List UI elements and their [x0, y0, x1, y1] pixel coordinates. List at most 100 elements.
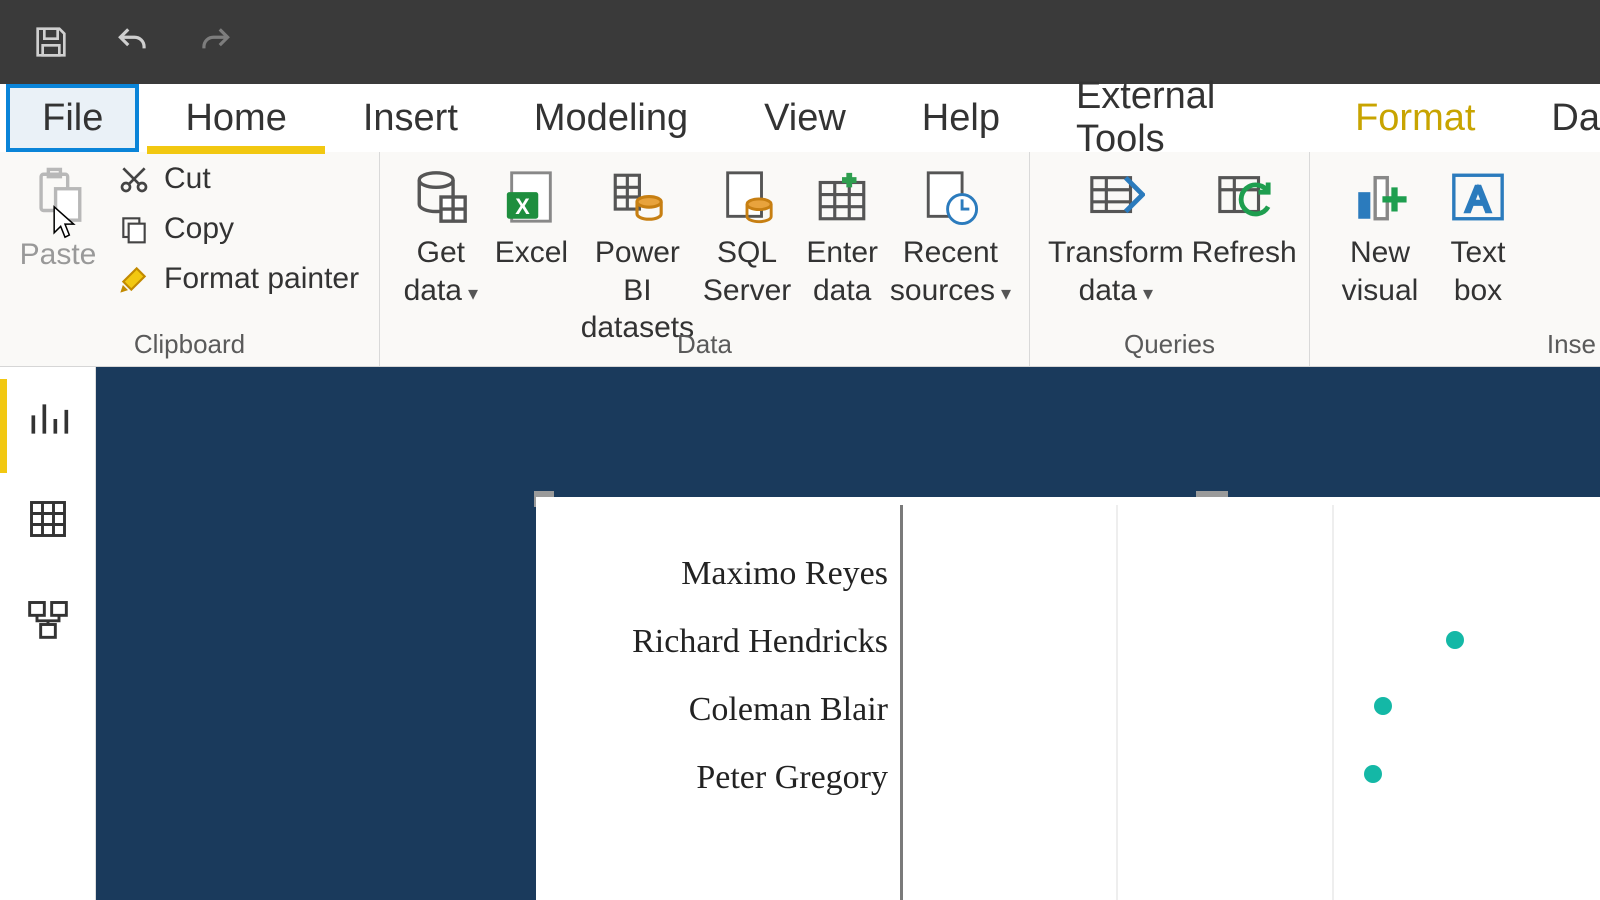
refresh-icon [1215, 168, 1273, 226]
ribbon-tab-row: File Home Insert Modeling View Help Exte… [0, 84, 1600, 152]
category-label: Peter Gregory [696, 759, 888, 797]
undo-icon [114, 23, 152, 61]
svg-text:X: X [516, 194, 531, 219]
svg-text:A: A [1466, 179, 1491, 220]
data-view-icon [26, 497, 70, 541]
tab-format[interactable]: Format [1317, 84, 1513, 152]
model-view-icon [26, 597, 70, 641]
cut-button[interactable]: Cut [118, 162, 359, 196]
new-visual-l2: visual [1342, 272, 1419, 310]
paste-label: Paste [20, 238, 97, 272]
excel-icon: X [502, 168, 560, 226]
group-queries-label: Queries [1030, 329, 1309, 360]
recent-sources-button[interactable]: Recentsources▾ [890, 160, 1011, 309]
save-icon [31, 22, 71, 62]
tab-insert[interactable]: Insert [325, 84, 496, 152]
refresh-label: Refresh [1192, 234, 1297, 272]
transform-l1: Transform [1048, 234, 1184, 272]
nav-report-view[interactable] [26, 397, 70, 441]
group-queries: Transformdata ▾ Refresh Queries [1030, 152, 1310, 366]
tab-data-partial[interactable]: Da [1513, 84, 1600, 152]
chevron-down-icon: ▾ [1001, 283, 1011, 305]
format-painter-button[interactable]: Format painter [118, 262, 359, 296]
redo-button[interactable] [194, 21, 236, 63]
tab-modeling-label: Modeling [534, 97, 688, 140]
group-insert-label: Inse [1547, 329, 1596, 360]
tab-home[interactable]: Home [147, 84, 324, 152]
undo-button[interactable] [112, 21, 154, 63]
gridline [1332, 505, 1334, 900]
tab-insert-label: Insert [363, 97, 458, 140]
get-data-button[interactable]: Getdata ▾ [398, 160, 484, 309]
enter-data-button[interactable]: Enterdata [798, 160, 885, 309]
copy-label: Copy [164, 212, 234, 246]
chevron-down-icon: ▾ [468, 283, 478, 305]
category-label: Maximo Reyes [681, 555, 888, 593]
tab-external-tools[interactable]: External Tools [1038, 84, 1317, 152]
recent-l2: sources [890, 274, 995, 307]
text-box-l2: box [1454, 272, 1502, 310]
powerbi-datasets-button[interactable]: Power BIdatasets [579, 160, 696, 347]
tab-view-label: View [764, 97, 846, 140]
chevron-down-icon: ▾ [1143, 283, 1153, 305]
enter-l1: Enter [806, 234, 878, 272]
tab-file[interactable]: File [6, 84, 139, 152]
paste-button[interactable]: Paste [18, 160, 98, 272]
nav-model-view[interactable] [26, 597, 70, 641]
y-axis-line [900, 505, 903, 900]
gridline [1116, 505, 1118, 900]
text-box-icon: A [1449, 168, 1507, 226]
get-data-l2: data [404, 274, 462, 307]
pbi-ds-l1: Power BI [579, 234, 696, 309]
enter-l2: data [813, 272, 871, 310]
title-bar [0, 0, 1600, 84]
tab-home-label: Home [185, 97, 286, 140]
redo-icon [196, 23, 234, 61]
text-box-button[interactable]: A Textbox [1438, 160, 1518, 309]
group-data: Getdata▾ X Excel Power BIdatasets SQLSer… [380, 152, 1030, 366]
database-icon [412, 168, 470, 226]
group-clipboard-label: Clipboard [0, 329, 379, 360]
new-visual-l1: New [1350, 234, 1410, 272]
enter-data-icon [813, 168, 871, 226]
powerbi-datasets-icon [608, 168, 666, 226]
transform-l2: data [1079, 274, 1137, 307]
data-point[interactable] [1446, 631, 1464, 649]
chart-visual[interactable]: Maximo Reyes Richard Hendricks Coleman B… [536, 497, 1600, 900]
transform-data-icon [1087, 168, 1145, 226]
cut-label: Cut [164, 162, 211, 196]
tab-modeling[interactable]: Modeling [496, 84, 726, 152]
sql-server-icon [718, 168, 776, 226]
nav-data-view[interactable] [26, 497, 70, 541]
paste-icon [29, 164, 87, 228]
sql-l1: SQL [717, 234, 777, 272]
new-visual-button[interactable]: Newvisual [1328, 160, 1432, 309]
group-clipboard: Paste Cut Copy [0, 152, 380, 366]
left-nav [0, 367, 96, 900]
transform-data-button[interactable]: Transformdata ▾ [1048, 160, 1184, 309]
report-canvas[interactable]: Maximo Reyes Richard Hendricks Coleman B… [96, 367, 1600, 900]
tab-help-label: Help [922, 97, 1000, 140]
refresh-button[interactable]: Refresh [1192, 160, 1297, 272]
group-insert: Newvisual A Textbox Inse [1310, 152, 1600, 366]
ribbon: Paste Cut Copy [0, 152, 1600, 367]
report-view-icon [26, 397, 70, 441]
data-point[interactable] [1374, 697, 1392, 715]
save-button[interactable] [30, 21, 72, 63]
text-box-l1: Text [1450, 234, 1505, 272]
copy-button[interactable]: Copy [118, 212, 359, 246]
category-label: Richard Hendricks [632, 623, 888, 661]
group-data-label: Data [380, 329, 1029, 360]
tab-view[interactable]: View [726, 84, 884, 152]
data-point[interactable] [1364, 765, 1382, 783]
copy-icon [118, 213, 150, 245]
tab-external-tools-label: External Tools [1076, 75, 1279, 161]
recent-sources-icon [921, 168, 979, 226]
get-data-l1: Get [417, 234, 465, 272]
excel-button[interactable]: X Excel [488, 160, 575, 272]
sql-server-button[interactable]: SQLServer [700, 160, 795, 309]
sql-l2: Server [703, 272, 791, 310]
tab-help[interactable]: Help [884, 84, 1038, 152]
workspace: Maximo Reyes Richard Hendricks Coleman B… [0, 367, 1600, 900]
format-painter-icon [118, 263, 150, 295]
